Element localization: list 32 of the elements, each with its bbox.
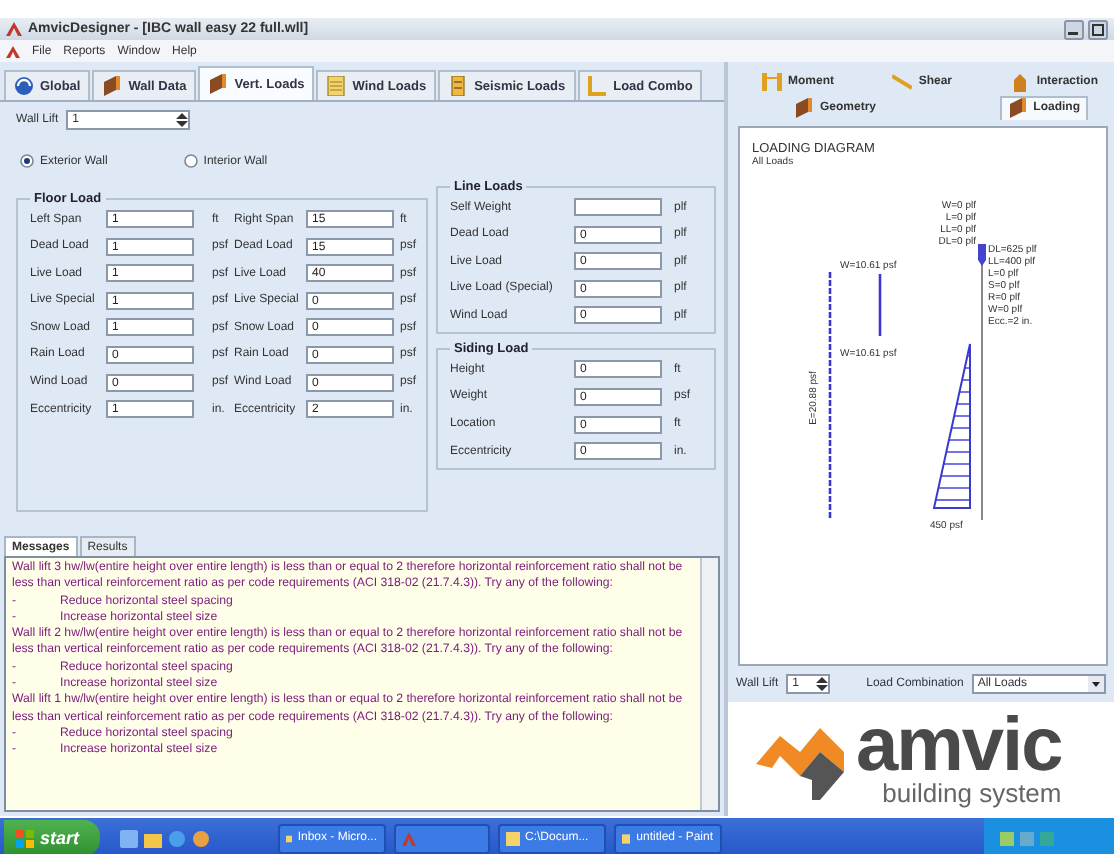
tab-icon [208,74,229,94]
tab-icon [794,97,814,117]
tab-icon [587,76,608,96]
radio-button[interactable] [183,154,198,168]
minimize-icon[interactable] [1064,19,1084,39]
window-icon [401,831,416,845]
tab-icon [1007,98,1028,118]
radio-button[interactable] [20,154,34,168]
folder-icon[interactable] [143,829,162,847]
load-line [878,274,882,336]
load-marker [978,244,986,266]
window-icon [621,831,631,845]
tab-icon [102,76,123,96]
spinner-arrows-icon[interactable] [816,676,829,692]
window-icon [285,831,292,845]
input-field[interactable] [574,198,662,216]
tab-icon [326,76,347,96]
logo-tagline: building system [882,780,1062,806]
windows-logo-icon [16,829,34,847]
tab-icon [448,76,469,96]
logo-text: amvic [856,712,1062,780]
window-icon [505,831,520,845]
tab-icon [1010,71,1031,91]
scrollbar[interactable] [700,558,718,810]
quick-launch-icon[interactable] [119,829,138,847]
tab-icon [892,71,913,91]
caret-icon[interactable] [1088,676,1104,692]
maximize-icon[interactable] [1088,19,1108,39]
tab-icon [762,71,782,91]
tab-icon [14,76,34,96]
taskbar-button[interactable] [393,823,490,853]
spinner-arrows-icon[interactable] [176,112,189,128]
